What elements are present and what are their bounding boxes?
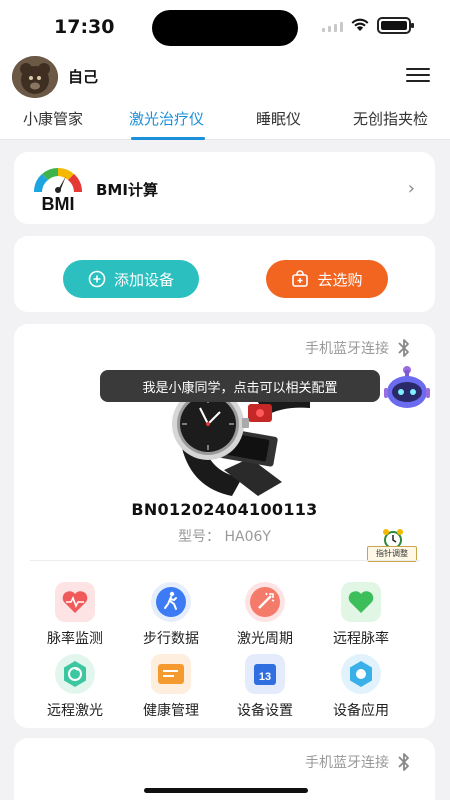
shopping-bag-icon [292, 270, 309, 287]
feature-label: 设备应用 [333, 703, 389, 719]
feature-label: 远程脉率 [333, 631, 389, 647]
shop-label: 去选购 [317, 270, 363, 289]
feature-remote-pulse[interactable]: 远程脉率 [314, 582, 408, 648]
cellular-signal-icon [322, 22, 343, 32]
tab-finger-clip[interactable]: 无创指夹检 [353, 108, 428, 129]
tab-laser-therapy[interactable]: 激光治疗仪 [129, 108, 204, 129]
bmi-title: BMI计算 [96, 181, 158, 199]
model-value: HA06Y [224, 529, 271, 545]
avatar-image [12, 56, 58, 98]
bmi-calculator-card[interactable]: BMI BMI计算 › [14, 152, 435, 224]
tab-bar: 小康管家 激光治疗仪 睡眠仪 无创指夹检 [0, 100, 450, 140]
dynamic-island [152, 10, 298, 46]
feature-label: 脉率监测 [47, 631, 103, 647]
calendar-badge-text: 13 [259, 671, 271, 683]
status-bar: 17:30 [0, 0, 450, 52]
bluetooth-connection-status[interactable]: 手机蓝牙连接 [305, 752, 411, 772]
feature-laser-cycle[interactable]: 激光周期 [218, 582, 312, 648]
header: 自己 [0, 52, 450, 100]
action-buttons-card: 添加设备 去选购 [14, 236, 435, 312]
menu-icon[interactable] [406, 68, 432, 86]
home-indicator [144, 788, 308, 793]
add-device-label: 添加设备 [113, 270, 174, 289]
device-serial-number: BN01202404100113 [131, 500, 318, 519]
feature-label: 设备设置 [237, 703, 293, 719]
assistant-tooltip[interactable]: 我是小康同学，点击可以相关配置 [100, 370, 380, 402]
chevron-right-icon: › [407, 178, 415, 199]
device-card: 手机蓝牙连接 我是小康同学，点击可以相关配置 BN01202404100113 … [14, 324, 435, 728]
app-icon [341, 654, 381, 694]
bmi-logo-text: BMI [42, 194, 75, 212]
feature-label: 健康管理 [143, 703, 199, 719]
bluetooth-icon [398, 339, 409, 357]
robot-assistant-icon[interactable] [380, 362, 434, 416]
laser-cycle-icon [245, 582, 285, 622]
remote-laser-icon [55, 654, 95, 694]
bluetooth-icon [398, 753, 409, 771]
walking-icon [151, 582, 191, 622]
active-tab-indicator [131, 137, 205, 140]
device-model: 型号： HA06Y [14, 526, 435, 546]
feature-label: 激光周期 [237, 631, 293, 647]
feature-label: 步行数据 [143, 631, 199, 647]
shop-button[interactable]: 去选购 [266, 260, 388, 298]
plus-circle-icon [88, 270, 106, 288]
bluetooth-connection-label: 手机蓝牙连接 [305, 341, 389, 357]
add-device-button[interactable]: 添加设备 [63, 260, 199, 298]
model-label: 型号： [178, 529, 221, 545]
feature-health-management[interactable]: 健康管理 [124, 654, 218, 720]
health-management-icon [151, 654, 191, 694]
wifi-icon [351, 18, 369, 31]
feature-remote-laser[interactable]: 远程激光 [28, 654, 122, 720]
pulse-heart-icon [55, 582, 95, 622]
remote-heart-icon [341, 582, 381, 622]
bluetooth-connection-label: 手机蓝牙连接 [305, 755, 389, 771]
tab-xiaokang-butler[interactable]: 小康管家 [23, 108, 83, 129]
feature-walking-data[interactable]: 步行数据 [124, 582, 218, 648]
calendar-13-icon: 13 [245, 654, 285, 694]
avatar[interactable] [12, 56, 58, 98]
feature-device-apps[interactable]: 设备应用 [314, 654, 408, 720]
status-time: 17:30 [54, 16, 115, 38]
feature-device-settings[interactable]: 13 设备设置 [218, 654, 312, 720]
bmi-gauge-icon: BMI [33, 167, 83, 212]
feature-label: 远程激光 [47, 703, 103, 719]
tab-sleep-device[interactable]: 睡眠仪 [256, 108, 301, 129]
battery-icon [377, 17, 414, 34]
username: 自己 [68, 68, 99, 86]
feature-pulse-monitoring[interactable]: 脉率监测 [28, 582, 122, 648]
divider [30, 560, 420, 561]
bluetooth-connection-status[interactable]: 手机蓝牙连接 [305, 338, 411, 358]
